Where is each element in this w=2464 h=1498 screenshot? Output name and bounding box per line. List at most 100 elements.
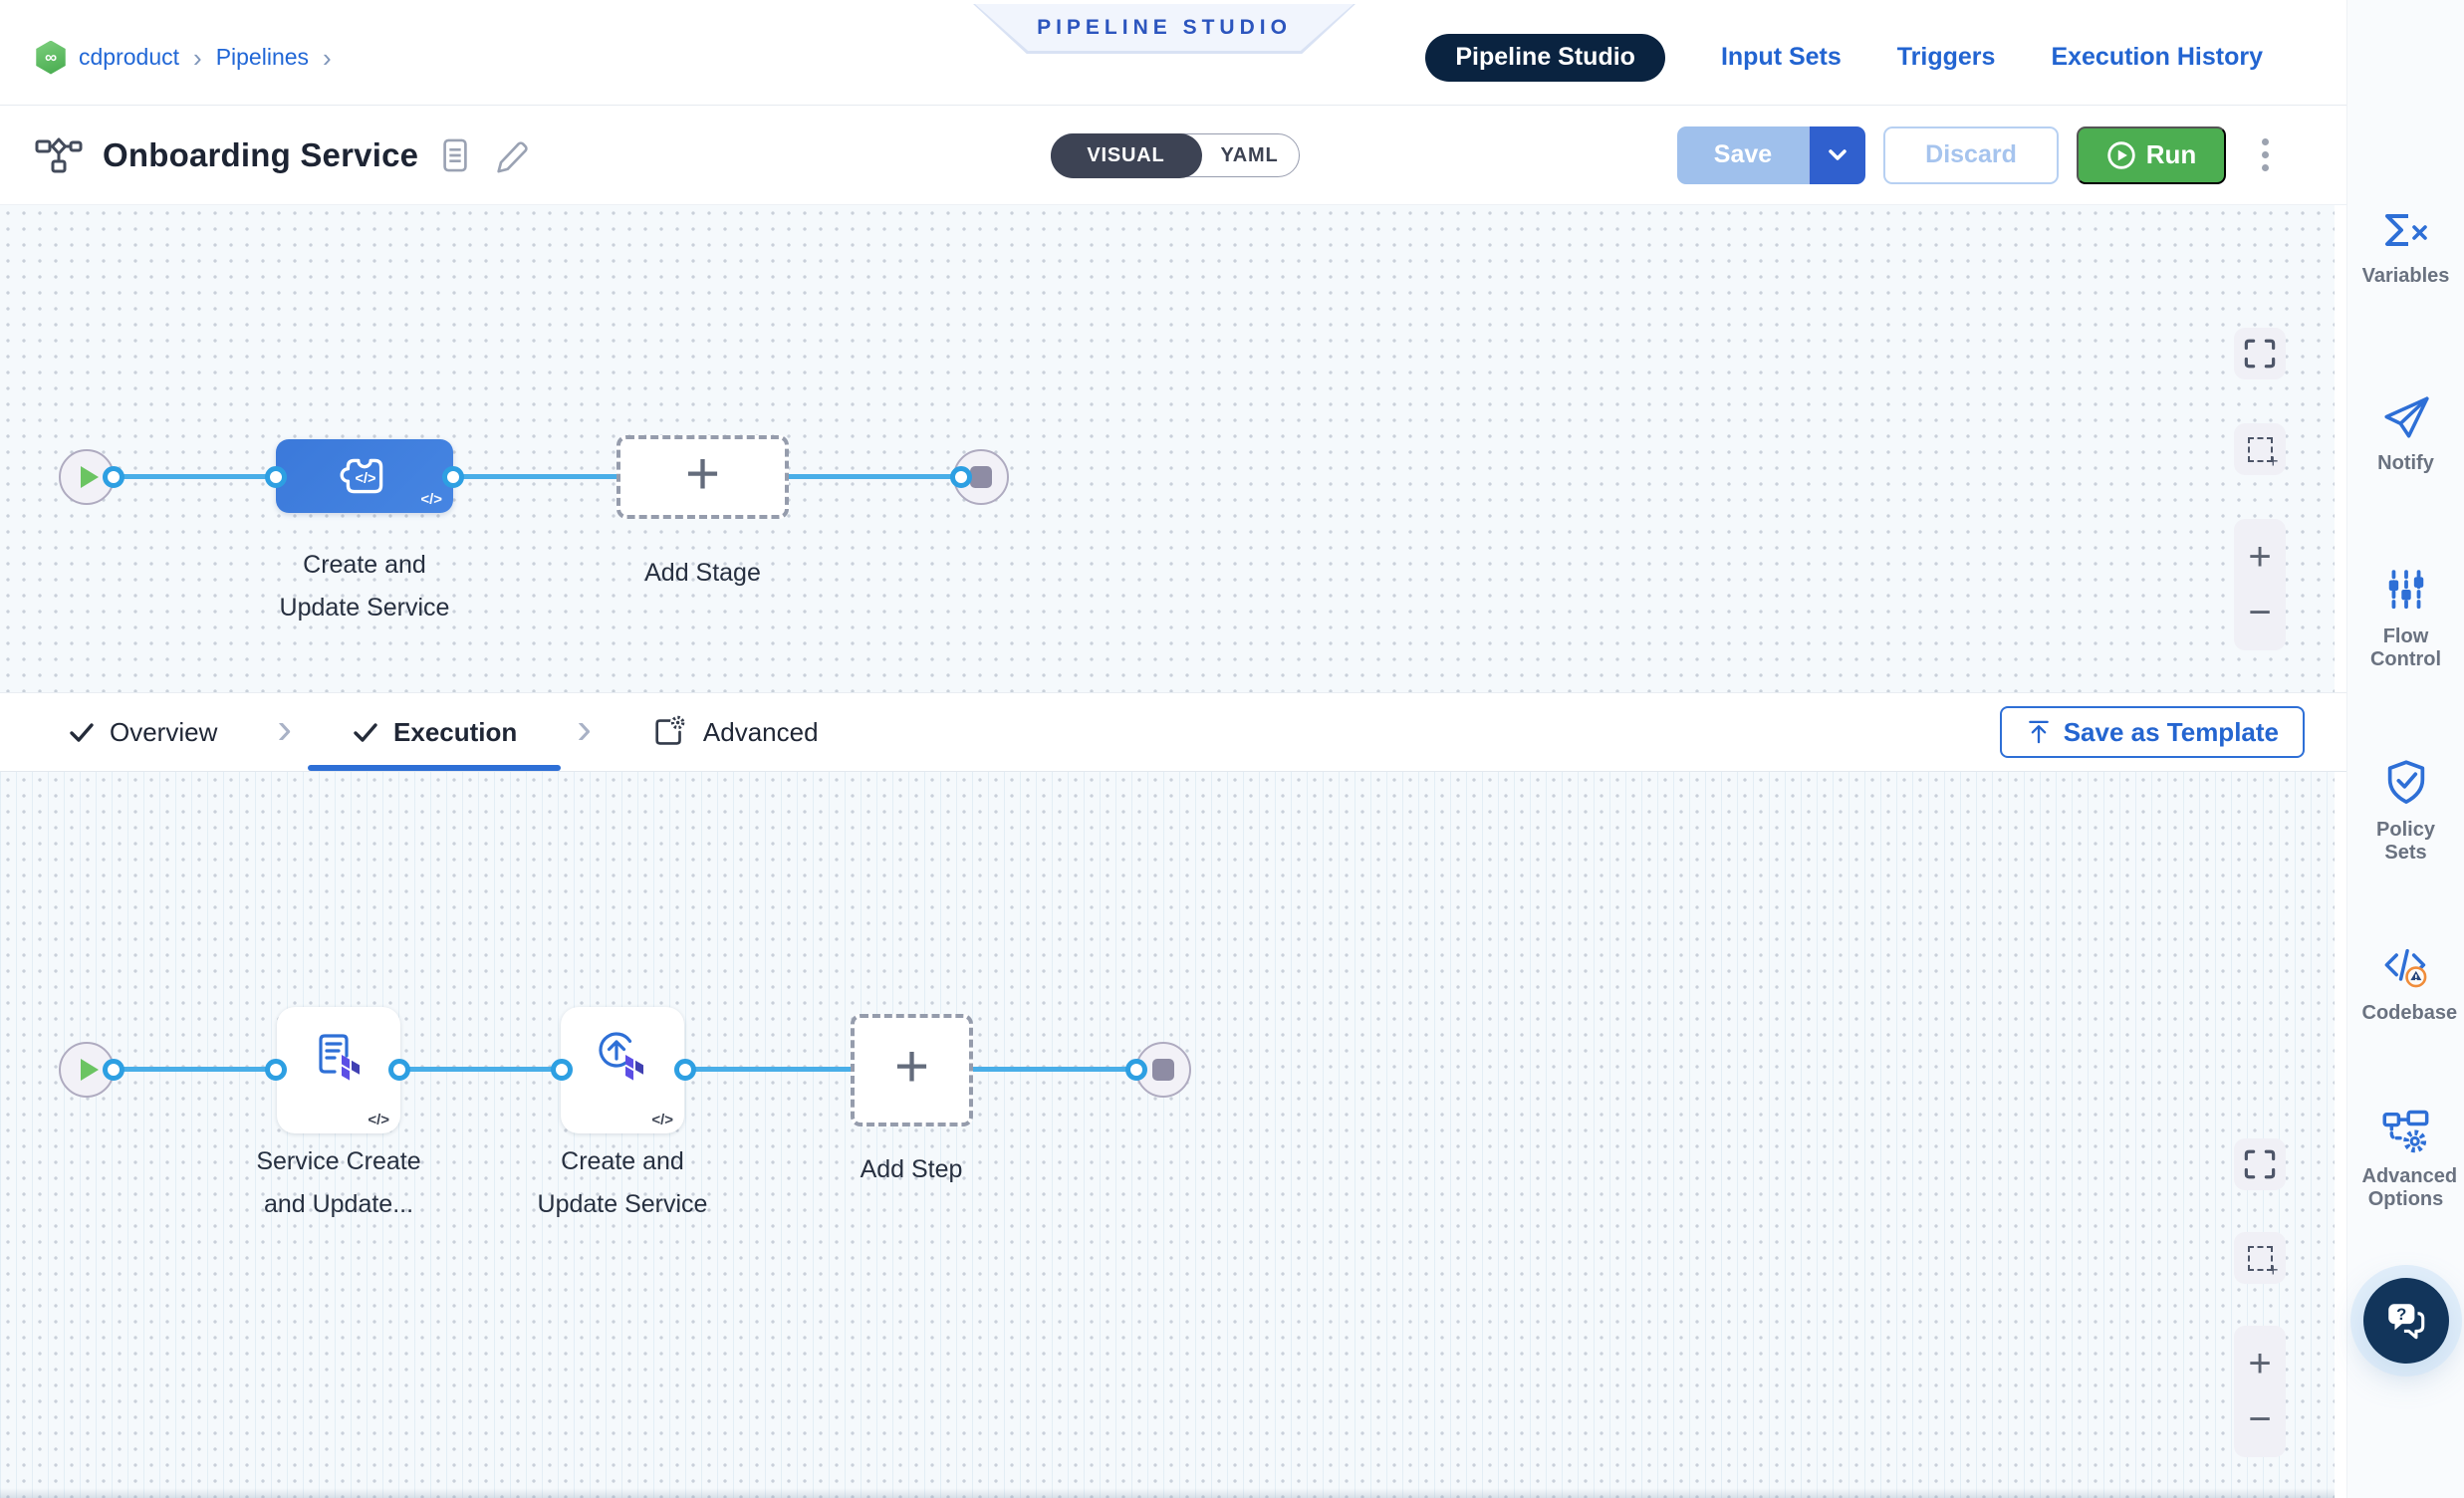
sidebar-item-codebase[interactable]: Codebase (2347, 944, 2464, 1025)
marquee-icon (2248, 1246, 2273, 1271)
stage-code-badge[interactable]: </> (420, 491, 442, 508)
toolbar-actions: Save Discard Run (1677, 126, 2273, 184)
zoom-controls: + − (2234, 519, 2286, 650)
start-play-icon (81, 466, 99, 488)
tab-input-sets[interactable]: Input Sets (1721, 43, 1842, 72)
discard-button[interactable]: Discard (1883, 126, 2059, 184)
pipeline-graph-icon (35, 136, 83, 174)
zoom-out-button[interactable]: − (2248, 593, 2271, 632)
breadcrumb: ∞ cdproduct › Pipelines › (35, 41, 334, 75)
connector-port (265, 1059, 287, 1081)
pipeline-studio-banner: PIPELINE STUDIO (973, 4, 1355, 54)
zoom-out-button[interactable]: − (2248, 1399, 2271, 1439)
stage-node-create-update-service[interactable]: </> </> (276, 439, 453, 513)
sidebar-item-flow-control[interactable]: Flow Control (2347, 568, 2464, 671)
stage-label: Create and Update Service (256, 544, 473, 629)
step2-label: Create and Update Service (521, 1140, 724, 1226)
save-split-button: Save (1677, 126, 1865, 184)
multi-select-button[interactable] (2234, 1232, 2286, 1284)
tab-pipeline-studio[interactable]: Pipeline Studio (1425, 34, 1665, 82)
project-icon: ∞ (35, 41, 67, 75)
shield-check-icon (2383, 759, 2429, 807)
breadcrumb-pipelines[interactable]: Pipelines (216, 44, 309, 71)
step-code-badge[interactable]: </> (368, 1112, 389, 1128)
stage-config-tabbar: Overview › Execution › Advanced (0, 692, 2346, 772)
connector-port (950, 466, 972, 488)
connector-port (442, 466, 464, 488)
plus-icon: + (894, 1032, 929, 1101)
sigma-x-icon (2380, 211, 2432, 253)
run-label: Run (2146, 139, 2197, 170)
chat-question-icon: ? (2383, 1300, 2429, 1342)
connector-port (674, 1059, 696, 1081)
step-node-create-update-service[interactable]: </> (561, 1007, 684, 1133)
zoom-in-button[interactable]: + (2248, 1344, 2271, 1383)
save-dropdown-button[interactable] (1809, 126, 1865, 184)
add-step-button[interactable]: + (851, 1014, 973, 1126)
help-chat-button[interactable]: ? (2363, 1278, 2449, 1364)
fullscreen-button[interactable] (2234, 1138, 2286, 1190)
fullscreen-button[interactable] (2234, 328, 2286, 379)
sliders-icon (2384, 568, 2428, 614)
service-manifest-icon (309, 1027, 369, 1085)
description-doc-icon[interactable] (438, 136, 472, 174)
sidebar-item-policy-sets[interactable]: Policy Sets (2347, 759, 2464, 865)
connector-port (265, 466, 287, 488)
toggle-yaml[interactable]: YAML (1200, 134, 1299, 176)
tab-triggers[interactable]: Triggers (1897, 43, 1996, 72)
main-column: ∞ cdproduct › Pipelines › PIPELINE STUDI… (0, 0, 2346, 1498)
stage-canvas[interactable]: </> </> + Create and Update Service Add … (0, 205, 2335, 692)
connector-port (551, 1059, 573, 1081)
connector-port (103, 1059, 124, 1081)
step-code-badge[interactable]: </> (651, 1112, 673, 1128)
code-warning-icon (2382, 944, 2430, 990)
title-group: Onboarding Service (35, 136, 530, 174)
chevron-right-icon: › (577, 704, 592, 754)
pipeline-gear-icon (2381, 1108, 2431, 1153)
more-options-kebab-icon[interactable] (2258, 134, 2273, 175)
execution-step-canvas[interactable]: </> </> + (0, 772, 2335, 1498)
svg-text:?: ? (2396, 1305, 2406, 1324)
connector-port (388, 1059, 410, 1081)
add-step-label: Add Step (810, 1148, 1013, 1191)
chevron-right-icon: › (277, 704, 292, 754)
zoom-in-button[interactable]: + (2248, 537, 2271, 577)
save-as-template-button[interactable]: Save as Template (2000, 706, 2305, 758)
run-button[interactable]: Run (2077, 126, 2226, 184)
plus-icon: + (685, 439, 720, 508)
top-bar: ∞ cdproduct › Pipelines › PIPELINE STUDI… (0, 0, 2346, 106)
title-bar: Onboarding Service VISUAL YAML (0, 106, 2346, 205)
multi-select-button[interactable] (2234, 423, 2286, 475)
step-canvas-controls: + − (2234, 1138, 2286, 1457)
step-node-service-create-update[interactable]: </> (277, 1007, 400, 1133)
tab-execution-history[interactable]: Execution History (2051, 43, 2263, 72)
chevron-down-icon (1826, 144, 1849, 166)
edit-pencil-icon[interactable] (492, 136, 530, 174)
play-circle-icon (2106, 140, 2136, 170)
paper-plane-icon (2381, 394, 2431, 440)
breadcrumb-project[interactable]: cdproduct (79, 44, 179, 71)
stop-square-icon (1152, 1059, 1174, 1081)
start-play-icon (81, 1059, 99, 1081)
toggle-visual[interactable]: VISUAL (1051, 133, 1202, 178)
check-icon (352, 720, 379, 744)
zoom-controls: + − (2234, 1326, 2286, 1457)
tab-overview[interactable]: Overview (64, 693, 221, 771)
add-stage-button[interactable]: + (616, 435, 789, 519)
apply-rollout-icon (593, 1027, 652, 1085)
sidebar-item-advanced-options[interactable]: Advanced Options (2347, 1108, 2464, 1211)
step1-label: Service Create and Update... (237, 1140, 440, 1226)
header-nav-tabs: Pipeline Studio Input Sets Triggers Exec… (1425, 34, 2263, 82)
save-button[interactable]: Save (1677, 126, 1809, 184)
doc-gear-icon (651, 713, 689, 751)
custom-stage-icon: </> (337, 453, 392, 499)
breadcrumb-separator-icon: › (321, 45, 334, 71)
breadcrumb-separator-icon: › (191, 45, 204, 71)
check-icon (68, 720, 96, 744)
tab-advanced[interactable]: Advanced (647, 693, 823, 771)
sidebar-item-variables[interactable]: Variables (2347, 211, 2464, 288)
upload-icon (2026, 718, 2052, 746)
visual-yaml-toggle: VISUAL YAML (1051, 133, 1300, 177)
sidebar-item-notify[interactable]: Notify (2347, 394, 2464, 475)
tab-execution[interactable]: Execution (348, 693, 521, 771)
